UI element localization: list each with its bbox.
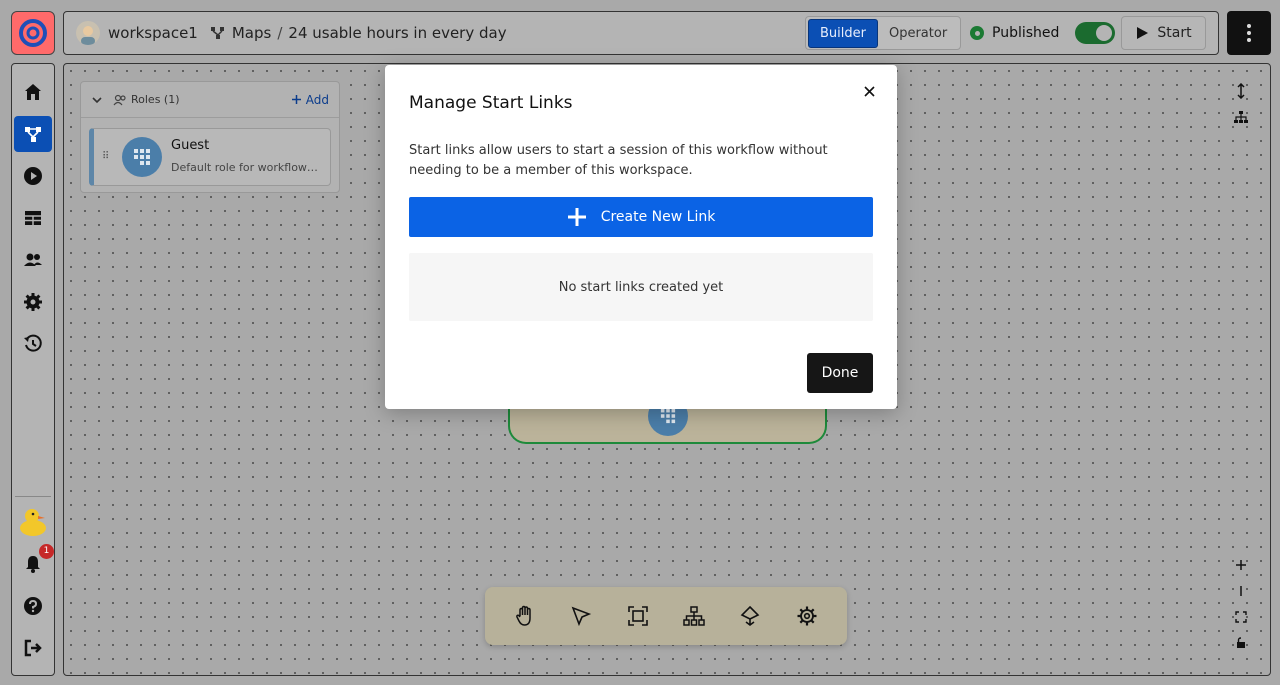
sidebar-item-tables[interactable] <box>14 200 52 236</box>
mode-toggle: Builder Operator <box>805 16 962 50</box>
done-button[interactable]: Done <box>807 353 873 393</box>
user-avatar[interactable] <box>15 504 51 540</box>
dialog-description: Start links allow users to start a sessi… <box>409 143 828 178</box>
more-options-button[interactable] <box>1227 11 1271 55</box>
play-icon <box>1137 27 1149 39</box>
add-role-label: Add <box>305 92 329 107</box>
roles-users-icon <box>113 94 126 105</box>
sidebar-item-history[interactable] <box>14 326 52 362</box>
tree-layout-button[interactable] <box>1232 108 1250 126</box>
minus-icon <box>1240 586 1242 596</box>
breadcrumb-separator: / <box>277 24 283 42</box>
gear-icon <box>797 606 817 626</box>
branch-tool-button[interactable] <box>732 598 768 634</box>
settings-tool-button[interactable] <box>789 598 825 634</box>
sidebar-item-help[interactable] <box>14 588 52 624</box>
logo-icon <box>19 19 47 47</box>
close-icon <box>863 85 875 97</box>
create-new-link-label: Create New Link <box>600 209 716 225</box>
duck-avatar-icon <box>20 509 46 536</box>
kebab-icon <box>1247 24 1251 28</box>
select-tool-button[interactable] <box>563 598 599 634</box>
zoom-out-button[interactable] <box>1232 582 1250 600</box>
role-description: Default role for workflow p... <box>171 161 321 174</box>
role-name: Guest <box>171 138 210 153</box>
sidebar: 1 <box>11 63 55 676</box>
home-icon <box>25 84 41 100</box>
status-label: Published <box>992 25 1060 41</box>
canvas-layout-tools <box>1232 82 1250 126</box>
fit-view-button[interactable] <box>1232 608 1250 626</box>
users-icon <box>24 253 42 266</box>
drag-handle-icon[interactable]: ⠿ <box>102 151 109 162</box>
help-icon <box>24 597 42 615</box>
canvas-toolbar <box>485 587 847 645</box>
workspace-name[interactable]: workspace1 <box>108 24 198 42</box>
breadcrumb-page-title[interactable]: 24 usable hours in every day <box>288 24 506 42</box>
vertical-layout-button[interactable] <box>1232 82 1250 100</box>
sidebar-item-logout[interactable] <box>14 630 52 666</box>
frame-icon <box>628 606 648 626</box>
app-logo[interactable] <box>11 11 55 55</box>
breadcrumb-maps[interactable]: Maps <box>232 24 271 42</box>
plus-icon <box>1236 560 1246 570</box>
create-new-link-button[interactable]: Create New Link <box>409 197 873 237</box>
roles-title: Roles (1) <box>131 93 180 106</box>
add-role-button[interactable]: Add <box>291 93 329 107</box>
dialog-title: Manage Start Links <box>409 93 573 113</box>
hierarchy-icon <box>1234 111 1248 123</box>
sidebar-item-workflow[interactable] <box>14 116 52 152</box>
roles-panel: Roles (1) Add ⠿ Guest Default role for w… <box>80 81 340 193</box>
frame-tool-button[interactable] <box>620 598 656 634</box>
workflow-icon <box>25 127 41 142</box>
sidebar-item-settings[interactable] <box>14 284 52 320</box>
table-icon <box>25 211 41 225</box>
plus-icon <box>567 208 586 226</box>
role-card[interactable]: ⠿ Guest Default role for workflow p... <box>89 128 331 186</box>
zoom-controls <box>1232 556 1250 652</box>
roles-panel-header: Roles (1) Add <box>81 82 339 118</box>
start-button[interactable]: Start <box>1121 16 1206 50</box>
grid-icon <box>660 408 676 424</box>
branch-icon <box>741 605 760 626</box>
sidebar-item-users[interactable] <box>14 242 52 278</box>
workspace-avatar[interactable] <box>76 21 100 45</box>
zoom-in-button[interactable] <box>1232 556 1250 574</box>
operator-mode-button[interactable]: Operator <box>878 20 958 47</box>
sidebar-item-run[interactable] <box>14 158 52 194</box>
logout-icon <box>24 639 42 657</box>
chevron-down-icon[interactable] <box>91 94 103 106</box>
status-dot-icon <box>970 26 984 40</box>
lock-canvas-button[interactable] <box>1232 634 1250 652</box>
bell-icon <box>26 556 40 573</box>
hand-icon <box>516 605 531 626</box>
publish-status: Published <box>970 22 1116 44</box>
gear-icon <box>24 293 42 311</box>
hand-tool-button[interactable] <box>507 598 543 634</box>
hierarchy-icon <box>683 606 705 626</box>
fullscreen-icon <box>1235 611 1247 623</box>
publish-toggle[interactable] <box>1075 22 1116 44</box>
sidebar-item-home[interactable] <box>14 74 52 110</box>
builder-mode-button[interactable]: Builder <box>808 18 878 48</box>
vertical-arrows-icon <box>1237 83 1245 99</box>
pointer-icon <box>572 606 592 627</box>
close-dialog-button[interactable] <box>859 81 879 101</box>
plus-icon <box>291 95 301 104</box>
start-button-label: Start <box>1157 25 1192 41</box>
hierarchy-tool-button[interactable] <box>676 598 712 634</box>
grid-icon <box>134 149 150 165</box>
empty-state-text: No start links created yet <box>558 279 724 295</box>
sidebar-divider <box>15 496 51 497</box>
start-links-empty-state: No start links created yet <box>409 253 873 321</box>
manage-start-links-dialog: Manage Start Links Start links allow use… <box>385 65 897 409</box>
top-bar: workspace1 Maps / 24 usable hours in eve… <box>63 11 1219 55</box>
lock-icon <box>1237 637 1245 648</box>
history-icon <box>24 334 42 352</box>
play-circle-icon <box>24 167 42 185</box>
maps-icon <box>210 27 224 39</box>
notification-badge: 1 <box>39 544 54 559</box>
role-avatar <box>122 137 162 177</box>
